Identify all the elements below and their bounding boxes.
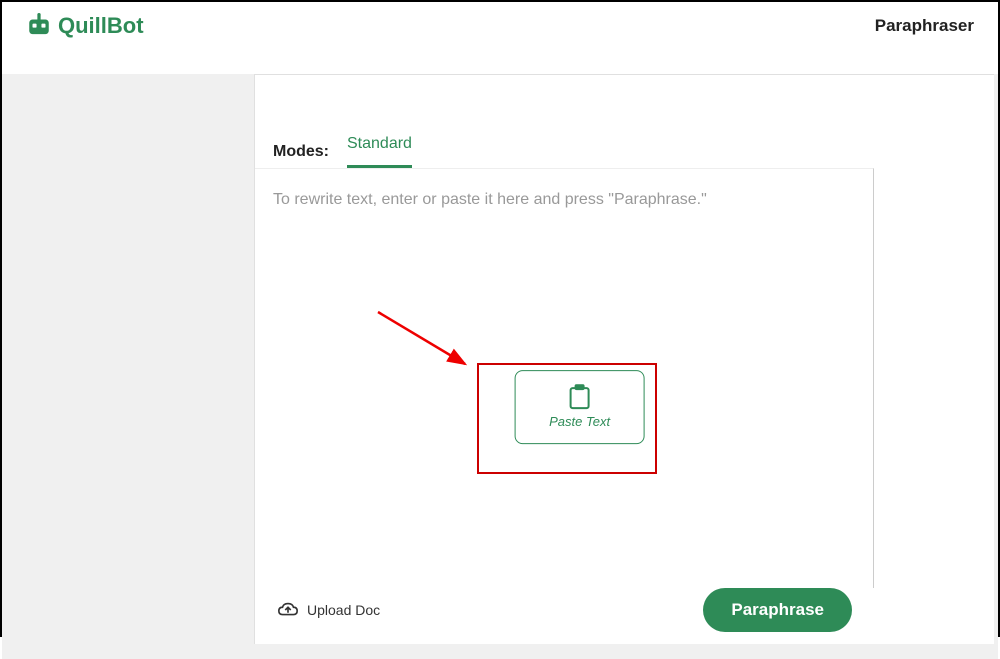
modes-bar: Modes: Standard xyxy=(255,117,994,168)
main-panel: Modes: Standard To rewrite text, enter o… xyxy=(254,74,994,644)
paste-label: Paste Text xyxy=(549,414,610,429)
app-header: QuillBot Paraphraser xyxy=(2,2,998,50)
paraphrase-button[interactable]: Paraphrase xyxy=(703,588,852,632)
paste-text-button[interactable]: Paste Text xyxy=(515,370,645,444)
input-placeholder: To rewrite text, enter or paste it here … xyxy=(273,191,855,209)
text-input-area[interactable]: To rewrite text, enter or paste it here … xyxy=(255,168,874,588)
mode-standard[interactable]: Standard xyxy=(347,135,412,168)
page-title: Paraphraser xyxy=(875,16,974,36)
upload-label: Upload Doc xyxy=(307,602,380,618)
clipboard-icon xyxy=(568,384,592,410)
content-area: English (US) French Spanish German All ▼… xyxy=(2,74,998,659)
footer-bar: Upload Doc Paraphrase xyxy=(255,588,874,644)
logo-text: QuillBot xyxy=(58,13,144,39)
modes-label: Modes: xyxy=(273,143,329,161)
cloud-upload-icon xyxy=(277,601,299,619)
quillbot-logo-icon xyxy=(26,13,52,39)
upload-doc-button[interactable]: Upload Doc xyxy=(277,601,380,619)
logo[interactable]: QuillBot xyxy=(26,13,144,39)
